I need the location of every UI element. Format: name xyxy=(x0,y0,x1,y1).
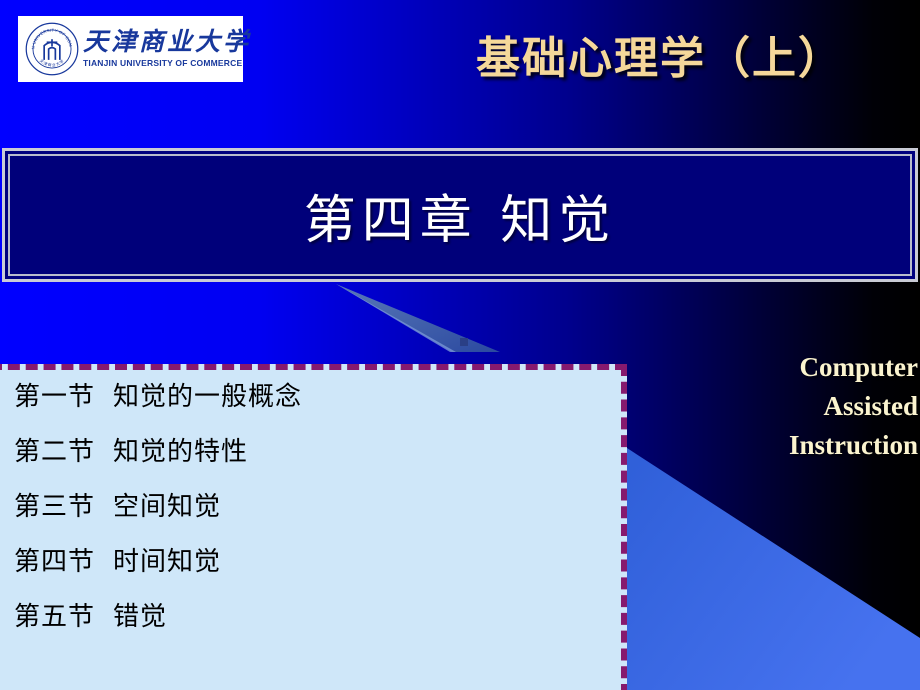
university-seal-icon: TIANJIN UNIVERSITY OF COMMERCE 天津商业大学 xyxy=(24,21,79,76)
chapter-banner-inner: 第四章 知觉 xyxy=(8,154,912,276)
logo-name-en: TIANJIN UNIVERSITY OF COMMERCE xyxy=(83,58,243,69)
logo-text-block: 天津商业大学 TIANJIN UNIVERSITY OF COMMERCE xyxy=(83,28,252,69)
logo-name-cn: 天津商业大学 xyxy=(83,28,252,56)
toc-item-2-number: 第二节 xyxy=(14,437,96,467)
chapter-banner: 第四章 知觉 xyxy=(2,148,918,282)
toc-item-4-label: 时间知觉 xyxy=(113,547,222,577)
svg-text:TIANJIN UNIVERSITY OF COMMERCE: TIANJIN UNIVERSITY OF COMMERCE xyxy=(24,21,73,49)
cai-line-2: Assisted xyxy=(823,391,918,422)
toc-item-2-label: 知觉的特性 xyxy=(113,437,249,467)
contents-panel: 第一节 知觉的一般概念 第二节 知觉的特性 第三节 空间知觉 第四节 时间知觉 第五节错… xyxy=(0,364,627,690)
toc-item-5-label: 错觉 xyxy=(113,602,168,632)
toc-item-1[interactable]: 第一节 知觉的一般概念 xyxy=(14,384,621,410)
chapter-title: 第四章 知觉 xyxy=(303,190,617,251)
square-accent xyxy=(460,338,468,346)
toc-item-3-label: 空间知觉 xyxy=(113,492,222,522)
diagonal-wedge-shape xyxy=(336,284,500,352)
cai-line-3: Instruction xyxy=(788,430,918,461)
toc-item-4-number: 第四节 xyxy=(14,547,96,577)
cai-label: Computer Assisted Instruction xyxy=(658,348,918,465)
toc-item-5-number: 第五节 xyxy=(14,602,96,632)
university-logo: TIANJIN UNIVERSITY OF COMMERCE 天津商业大学 天津… xyxy=(18,16,248,82)
toc-item-1-number: 第一节 xyxy=(14,382,96,412)
toc-item-1-label: 知觉的一般概念 xyxy=(113,382,303,412)
toc-item-3-number: 第三节 xyxy=(14,492,96,522)
course-title: 基础心理学（上） xyxy=(476,33,844,84)
lower-right-triangle xyxy=(627,448,920,690)
toc-item-2[interactable]: 第二节 知觉的特性 xyxy=(14,439,621,465)
toc-item-3[interactable]: 第三节 空间知觉 xyxy=(14,494,621,520)
presentation-slide: TIANJIN UNIVERSITY OF COMMERCE 天津商业大学 天津… xyxy=(0,0,920,690)
toc-item-4[interactable]: 第四节 时间知觉 xyxy=(14,549,621,575)
toc-item-5[interactable]: 第五节 错觉 xyxy=(14,604,621,630)
cai-line-1: Computer xyxy=(799,352,918,382)
